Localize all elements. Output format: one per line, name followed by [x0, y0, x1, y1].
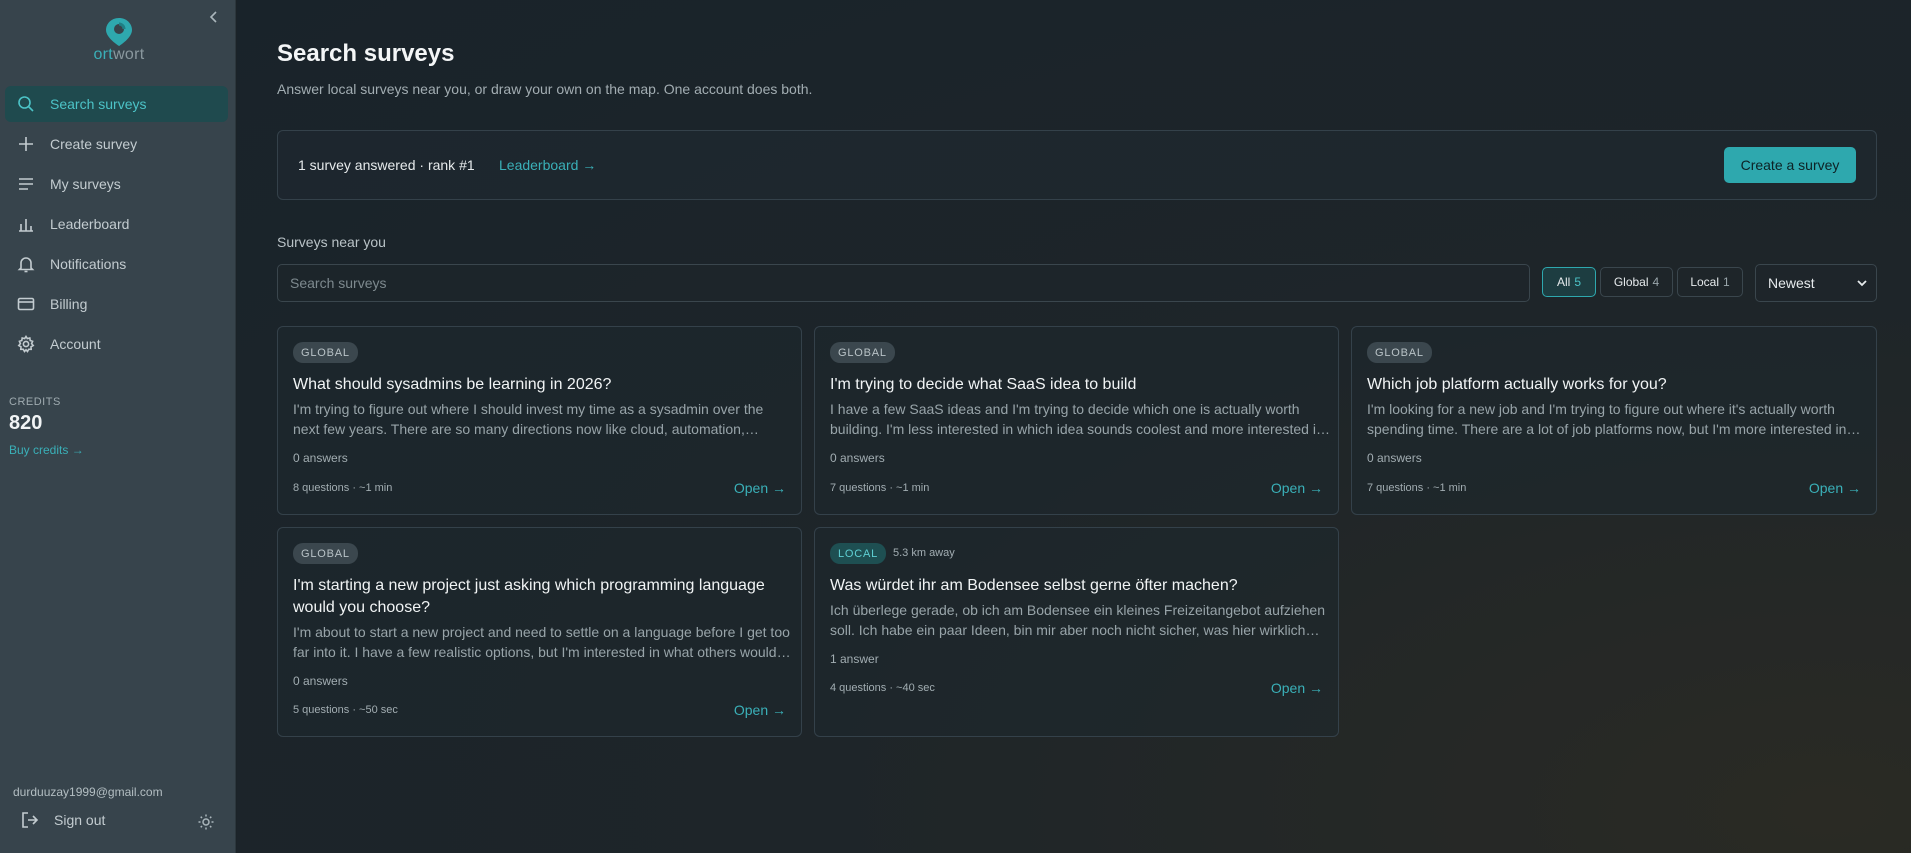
scope-badge: GLOBAL [1367, 342, 1432, 363]
gear-icon [16, 334, 36, 354]
filter-label: Global [1613, 275, 1649, 289]
logo-text-wort: wort [113, 46, 145, 63]
filter-label: Local [1690, 275, 1719, 289]
sidebar-item-search-surveys[interactable]: Search surveys [5, 86, 228, 122]
sign-out-button[interactable]: Sign out [20, 810, 105, 830]
sidebar-item-leaderboard[interactable]: Leaderboard [5, 206, 228, 242]
survey-title: I'm starting a new project just asking w… [293, 577, 765, 616]
create-survey-button[interactable]: Create a survey [1724, 147, 1856, 183]
sidebar-item-create-survey[interactable]: Create survey [5, 126, 228, 162]
survey-description: I'm about to start a new project and nee… [293, 624, 790, 660]
sign-out-icon [22, 812, 39, 828]
sidebar-nav: Search surveys Create survey My surveys … [5, 86, 228, 366]
survey-meta: 7 questions · ~1 min [1367, 482, 1467, 494]
survey-description: I have a few SaaS ideas and I'm trying t… [830, 401, 1324, 437]
credits-value: 820 [9, 412, 43, 434]
map-pin-logo-icon [106, 18, 132, 46]
plus-icon [16, 134, 36, 154]
filter-label: All [1556, 275, 1571, 289]
chevron-down-icon [1856, 276, 1868, 293]
sidebar-item-label: Notifications [50, 256, 127, 272]
filter-all[interactable]: All 5 [1542, 267, 1596, 297]
answer-count: 0 answers [293, 674, 348, 688]
stats-bar: 1 survey answered · rank #1 Leaderboard … [277, 130, 1877, 200]
survey-title: Which job platform actually works for yo… [1367, 376, 1667, 393]
section-label: Surveys near you [277, 234, 386, 250]
sidebar-item-label: Leaderboard [50, 216, 130, 232]
sidebar-item-my-surveys[interactable]: My surveys [5, 166, 228, 202]
scope-badge: GLOBAL [293, 543, 358, 564]
page-title: Search surveys [277, 40, 455, 67]
chevron-left-icon[interactable] [206, 10, 222, 30]
sort-value: Newest [1768, 275, 1815, 291]
leaderboard-link[interactable]: Leaderboard → [499, 157, 596, 173]
survey-description: I'm trying to figure out where I should … [293, 401, 764, 437]
logo-text-ort: ort [93, 46, 114, 63]
credits-label: CREDITS [9, 396, 61, 408]
bar-chart-icon [16, 214, 36, 234]
list-icon [16, 174, 36, 194]
main-content: Search surveys Answer local surveys near… [237, 0, 1911, 853]
survey-meta: 4 questions · ~40 sec [830, 682, 935, 694]
sidebar-item-billing[interactable]: Billing [5, 286, 228, 322]
sidebar-item-label: Account [50, 336, 101, 352]
credits-panel: CREDITS 820 Buy credits → [9, 396, 84, 457]
sidebar-item-label: Create survey [50, 136, 138, 152]
logo: ortwort [84, 16, 154, 70]
filter-count: 5 [1574, 275, 1582, 289]
answer-count: 0 answers [830, 451, 885, 465]
search-input[interactable] [277, 264, 1530, 302]
survey-title: I'm trying to decide what SaaS idea to b… [830, 376, 1137, 393]
sidebar-item-account[interactable]: Account [5, 326, 228, 362]
open-link[interactable]: Open → [734, 702, 786, 718]
survey-meta: 8 questions · ~1 min [293, 482, 393, 494]
survey-meta: 5 questions · ~50 sec [293, 704, 398, 716]
sort-select[interactable]: Newest [1755, 264, 1877, 302]
survey-card[interactable]: GLOBAL Which job platform actually works… [1351, 326, 1877, 515]
logo-text: ortwort [84, 46, 154, 64]
scope-badge: GLOBAL [830, 342, 895, 363]
survey-card[interactable]: LOCAL 5.3 km away Was würdet ihr am Bode… [814, 527, 1339, 737]
survey-card[interactable]: GLOBAL I'm trying to decide what SaaS id… [814, 326, 1339, 515]
page-subtitle: Answer local surveys near you, or draw y… [277, 81, 813, 97]
scope-badge: LOCAL [830, 543, 887, 564]
scope-badge: GLOBAL [293, 342, 358, 363]
open-link[interactable]: Open → [1271, 680, 1323, 696]
survey-title: What should sysadmins be learning in 202… [293, 376, 612, 393]
stats-text: 1 survey answered · rank #1 [298, 157, 475, 173]
credit-card-icon [16, 294, 36, 314]
open-link[interactable]: Open → [1809, 480, 1861, 496]
answer-count: 0 answers [293, 451, 348, 465]
buy-credits-link[interactable]: Buy credits → [9, 443, 84, 457]
survey-card[interactable]: GLOBAL I'm starting a new project just a… [277, 527, 802, 737]
survey-description: Ich überlege gerade, ob ich am Bodensee … [830, 602, 1325, 638]
sidebar-item-label: Search surveys [50, 96, 147, 112]
open-link[interactable]: Open → [734, 480, 786, 496]
sidebar-item-notifications[interactable]: Notifications [5, 246, 228, 282]
filter-count: 4 [1652, 275, 1660, 289]
search-icon [16, 94, 36, 114]
bell-icon [16, 254, 36, 274]
user-email: durduuzay1999@gmail.com [13, 785, 163, 799]
open-link[interactable]: Open → [1271, 480, 1323, 496]
answer-count: 0 answers [1367, 451, 1422, 465]
sign-out-label: Sign out [54, 812, 106, 828]
filter-count: 1 [1723, 275, 1730, 289]
survey-description: I'm looking for a new job and I'm trying… [1367, 401, 1847, 437]
survey-card[interactable]: GLOBAL What should sysadmins be learning… [277, 326, 802, 515]
distance-label: 5.3 km away [893, 547, 955, 559]
survey-meta: 7 questions · ~1 min [830, 482, 930, 494]
filter-global[interactable]: Global 4 [1600, 267, 1673, 297]
sun-icon[interactable] [197, 813, 215, 831]
filter-local[interactable]: Local 1 [1677, 267, 1743, 297]
answer-count: 1 answer [830, 652, 879, 666]
sidebar-item-label: My surveys [50, 176, 121, 192]
sidebar: ortwort Search surveys Create survey My … [0, 0, 236, 853]
sidebar-item-label: Billing [50, 296, 88, 312]
survey-title: Was würdet ihr am Bodensee selbst gerne … [830, 577, 1238, 594]
